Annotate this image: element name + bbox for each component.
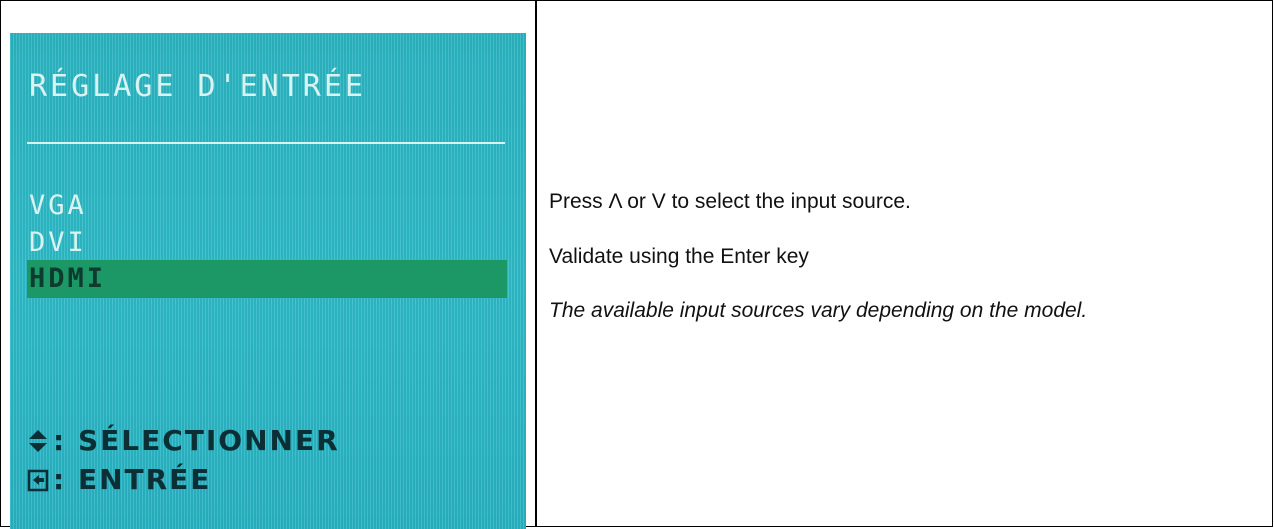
column-divider [535, 1, 537, 526]
osd-hint-select-label: : SÉLECTIONNER [53, 424, 340, 457]
osd-option-hdmi-selected: HDMI [27, 260, 507, 298]
osd-option-vga: VGA [29, 190, 87, 221]
up-down-arrows-icon [27, 427, 49, 455]
osd-title: RÉGLAGE D'ENTRÉE [29, 69, 366, 104]
osd-divider [27, 142, 505, 144]
enter-icon [27, 466, 49, 494]
osd-option-dvi: DVI [29, 227, 87, 258]
osd-hint-enter-label: : ENTRÉE [53, 463, 212, 496]
osd-hint-select: : SÉLECTIONNER [27, 424, 340, 457]
instruction-select: Press Λ or V to select the input source. [549, 190, 911, 213]
instruction-table: RÉGLAGE D'ENTRÉE VGA DVI HDMI : SÉLECTIO… [0, 0, 1273, 529]
osd-screen-photo: RÉGLAGE D'ENTRÉE VGA DVI HDMI : SÉLECTIO… [10, 33, 526, 529]
osd-hint-enter: : ENTRÉE [27, 463, 211, 496]
instruction-validate: Validate using the Enter key [549, 245, 809, 268]
instruction-note: The available input sources vary dependi… [549, 299, 1088, 322]
